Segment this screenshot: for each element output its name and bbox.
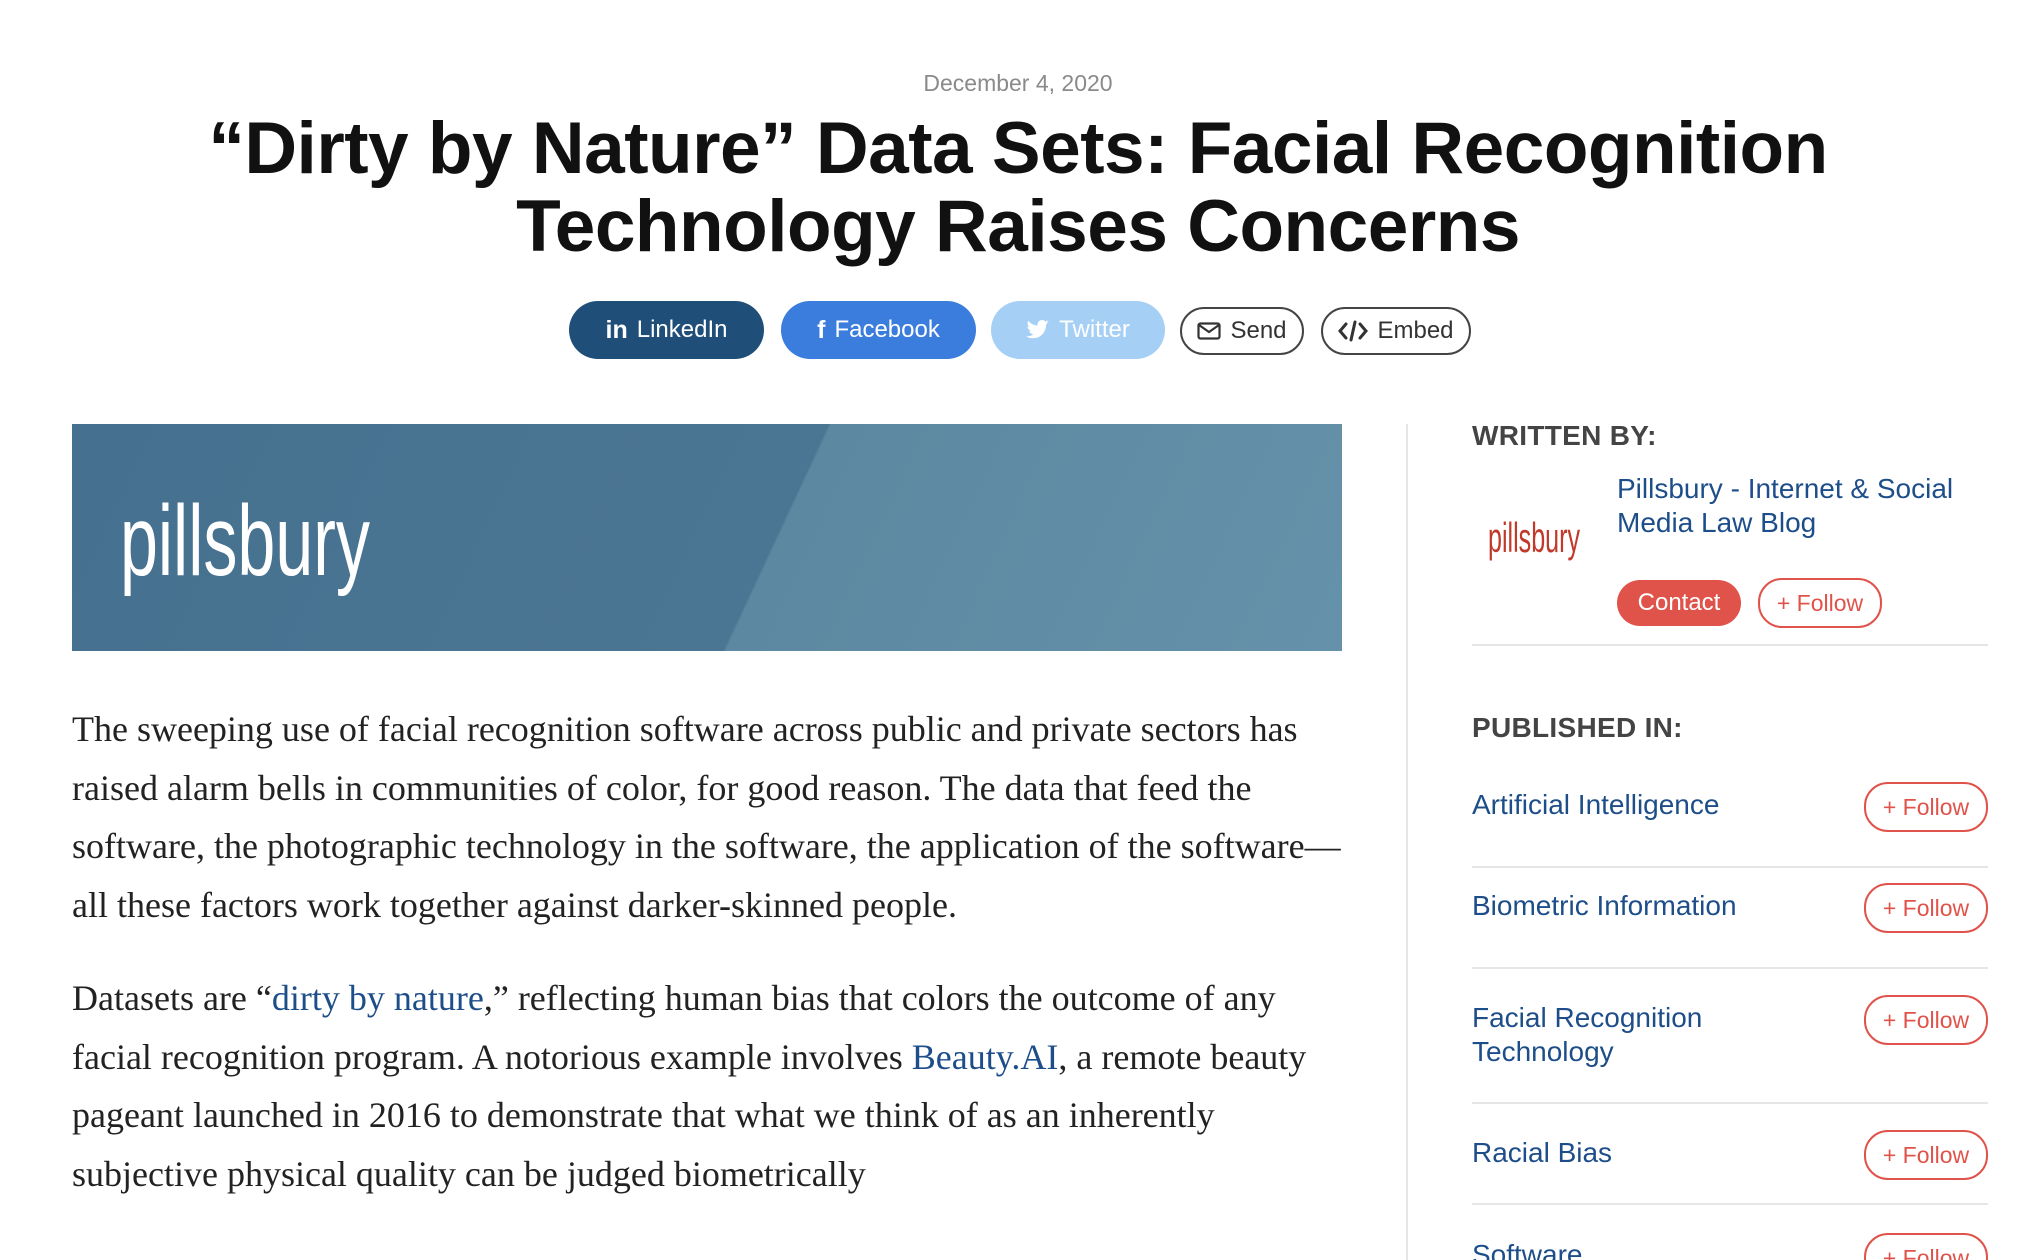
pillsbury-author-logo[interactable]: pillsbury <box>1488 512 1584 564</box>
share-bar: in LinkedIn f Facebook Twitter Send Embe… <box>0 301 2036 359</box>
follow-topic-button[interactable]: + Follow <box>1864 1233 1988 1260</box>
topic-item: Facial Recognition Technology + Follow <box>1472 969 1988 1104</box>
topic-link[interactable]: Racial Bias <box>1472 1136 1802 1170</box>
sidebar: WRITTEN BY: pillsbury Pillsbury - Intern… <box>1472 420 1988 1260</box>
twitter-icon <box>1026 320 1050 339</box>
contact-button[interactable]: Contact <box>1617 580 1741 626</box>
author-card: pillsbury Pillsbury - Internet & Social … <box>1472 472 1988 628</box>
topic-link[interactable]: Facial Recognition Technology <box>1472 1001 1802 1069</box>
send-button[interactable]: Send <box>1180 307 1304 355</box>
linkedin-icon: in <box>605 315 628 344</box>
publish-date: December 4, 2020 <box>923 70 1113 96</box>
topic-link[interactable]: Software <box>1472 1238 1802 1260</box>
follow-topic-button[interactable]: + Follow <box>1864 883 1988 933</box>
dirty-by-nature-link[interactable]: dirty by nature <box>272 978 484 1018</box>
beauty-ai-link[interactable]: Beauty.AI <box>912 1037 1059 1077</box>
topic-item: Racial Bias + Follow <box>1472 1104 1988 1205</box>
pillsbury-banner-logo: pillsbury <box>120 485 370 597</box>
article-title: “Dirty by Nature” Data Sets: Facial Reco… <box>208 108 1828 267</box>
share-facebook-label: Facebook <box>834 316 940 343</box>
follow-topic-button[interactable]: + Follow <box>1864 995 1988 1045</box>
article-body: The sweeping use of facial recognition s… <box>72 700 1342 1238</box>
author-name-link[interactable]: Pillsbury - Internet & Social Media Law … <box>1617 472 1997 540</box>
paragraph-text: Datasets are “ <box>72 978 272 1018</box>
published-in-heading: PUBLISHED IN: <box>1472 712 1683 743</box>
facebook-icon: f <box>817 315 826 344</box>
share-twitter-button[interactable]: Twitter <box>991 301 1165 359</box>
article-paragraph: The sweeping use of facial recognition s… <box>72 709 1341 925</box>
share-facebook-button[interactable]: f Facebook <box>781 301 976 359</box>
svg-text:pillsbury: pillsbury <box>120 485 370 597</box>
follow-topic-button[interactable]: + Follow <box>1864 1130 1988 1180</box>
envelope-icon <box>1197 322 1222 340</box>
topic-item: Artificial Intelligence + Follow <box>1472 766 1988 868</box>
article-banner: pillsbury <box>72 424 1342 651</box>
share-linkedin-button[interactable]: in LinkedIn <box>569 301 764 359</box>
topic-item: Software + Follow <box>1472 1205 1988 1260</box>
svg-text:pillsbury: pillsbury <box>1488 514 1580 561</box>
topic-link[interactable]: Artificial Intelligence <box>1472 788 1802 822</box>
embed-label: Embed <box>1377 317 1454 344</box>
article-paragraph: Datasets are “dirty by nature,” reflecti… <box>72 969 1342 1203</box>
code-icon <box>1338 320 1369 342</box>
topic-link[interactable]: Biometric Information <box>1472 889 1802 923</box>
share-twitter-label: Twitter <box>1059 316 1130 343</box>
follow-topic-button[interactable]: + Follow <box>1864 782 1988 832</box>
share-linkedin-label: LinkedIn <box>636 316 728 343</box>
sidebar-divider <box>1472 644 1988 646</box>
written-by-heading: WRITTEN BY: <box>1472 420 1657 451</box>
topic-item: Biometric Information + Follow <box>1472 868 1988 969</box>
embed-button[interactable]: Embed <box>1321 307 1471 355</box>
send-label: Send <box>1230 317 1287 344</box>
topic-list: Artificial Intelligence + Follow Biometr… <box>1472 766 1988 1260</box>
column-divider <box>1406 424 1408 1260</box>
follow-author-button[interactable]: + Follow <box>1758 578 1882 628</box>
